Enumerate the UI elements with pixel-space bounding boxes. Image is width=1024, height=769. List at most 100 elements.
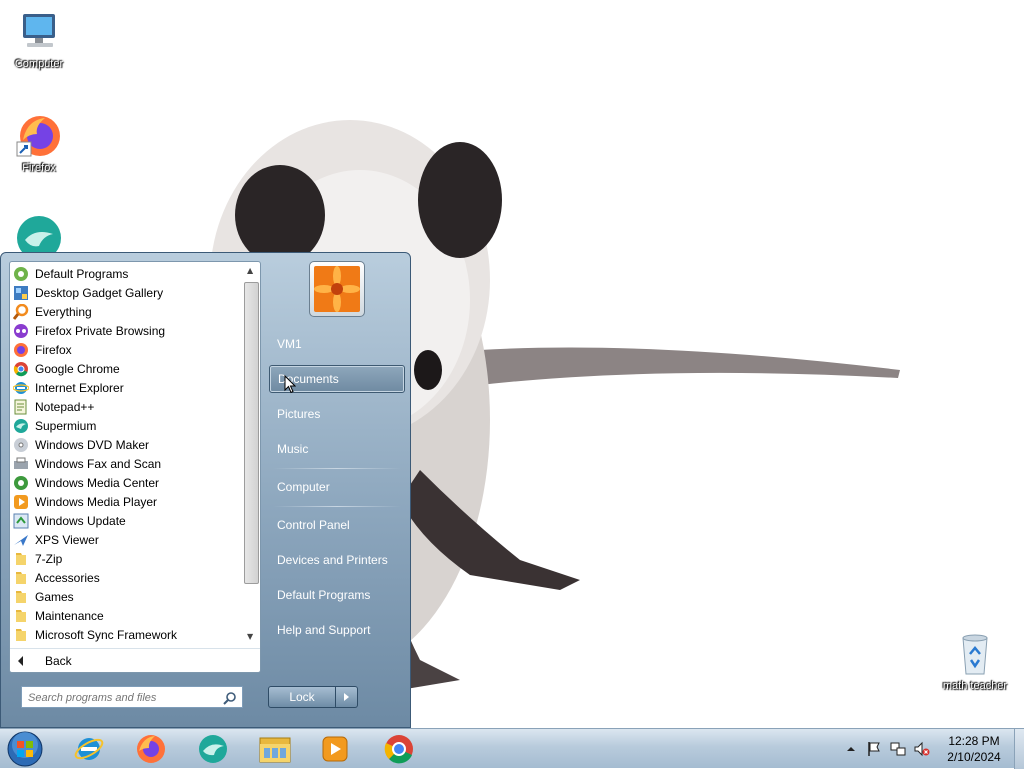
program-label: Games	[35, 589, 74, 604]
start-link-music[interactable]: Music	[269, 435, 405, 463]
user-avatar[interactable]	[309, 261, 365, 317]
chrome-icon	[13, 361, 28, 376]
scrollbar-thumb[interactable]	[244, 282, 259, 584]
clock-date: 2/10/2024	[947, 750, 1001, 764]
start-link-user[interactable]: VM1	[269, 330, 405, 358]
scroll-down-arrow-icon[interactable]: ▼	[247, 633, 255, 641]
program-folder-7zip[interactable]: 7-Zip	[10, 549, 244, 568]
gadget-icon	[14, 285, 28, 300]
start-link-default-programs[interactable]: Default Programs	[269, 581, 405, 609]
program-item-chrome[interactable]: Google Chrome	[10, 359, 244, 378]
start-button[interactable]	[6, 730, 44, 768]
program-item-firefox[interactable]: Firefox	[10, 340, 244, 359]
program-folder-maintenance[interactable]: Maintenance	[10, 606, 244, 625]
program-label: Windows Media Center	[35, 475, 160, 490]
taskbar-internet-explorer[interactable]	[64, 731, 114, 767]
program-label: Windows Update	[35, 513, 126, 528]
program-folder-sync-framework[interactable]: Microsoft Sync Framework	[10, 625, 244, 644]
start-link-computer[interactable]: Computer	[269, 473, 405, 501]
program-item-media-player[interactable]: Windows Media Player	[10, 492, 244, 511]
program-item-fax-scan[interactable]: Windows Fax and Scan	[10, 454, 244, 473]
taskbar-supermium[interactable]	[188, 731, 238, 767]
taskbar-chrome[interactable]	[374, 731, 424, 767]
program-label: Internet Explorer	[35, 380, 124, 395]
network-icon[interactable]	[890, 741, 906, 757]
dvd-maker-icon	[14, 437, 28, 452]
start-link-control-panel[interactable]: Control Panel	[269, 511, 405, 539]
folder-icon	[16, 552, 26, 565]
program-label: Windows Media Player	[35, 494, 158, 509]
start-link-help-support[interactable]: Help and Support	[269, 616, 405, 644]
internet-explorer-icon	[74, 738, 104, 760]
folder-icon	[16, 590, 26, 603]
program-label: Everything	[35, 304, 92, 319]
scroll-up-arrow-icon[interactable]: ▲	[247, 267, 255, 275]
menu-separator	[273, 468, 401, 469]
program-item-firefox-private[interactable]: Firefox Private Browsing	[10, 321, 244, 340]
recycle-bin-icon	[951, 630, 999, 678]
taskbar: 12:28 PM 2/10/2024	[0, 728, 1024, 769]
program-folder-games[interactable]: Games	[10, 587, 244, 606]
search-programs-box[interactable]	[21, 686, 243, 708]
program-item-media-center[interactable]: Windows Media Center	[10, 473, 244, 492]
program-item-notepad-plus[interactable]: Notepad++	[10, 397, 244, 416]
menu-separator	[273, 506, 401, 507]
firefox-private-icon	[14, 323, 28, 338]
back-arrow-icon	[18, 656, 23, 666]
fax-scan-icon	[14, 457, 28, 469]
windows-update-icon	[13, 513, 29, 528]
show-hidden-icons-chevron-icon[interactable]	[845, 743, 861, 759]
notepad-plus-icon	[14, 399, 27, 414]
back-button[interactable]: Back	[10, 648, 260, 673]
media-player-icon	[322, 736, 348, 762]
internet-explorer-icon	[13, 381, 29, 394]
program-item-supermium[interactable]: Supermium	[10, 416, 244, 435]
taskbar-windows-explorer[interactable]	[250, 731, 300, 767]
program-item-gadget-gallery[interactable]: Desktop Gadget Gallery	[10, 283, 244, 302]
programs-list: Default Programs Desktop Gadget Gallery …	[10, 264, 244, 644]
program-item-xps-viewer[interactable]: XPS Viewer	[10, 530, 244, 549]
desktop-icon-firefox[interactable]: Firefox	[1, 112, 77, 174]
search-icon[interactable]	[223, 691, 237, 705]
default-programs-icon	[14, 266, 28, 281]
everything-search-icon	[13, 303, 29, 320]
clock-time: 12:28 PM	[948, 734, 1000, 748]
desktop-icon-recycle-bin[interactable]: math teacher	[937, 630, 1013, 692]
media-center-icon	[14, 475, 28, 490]
folder-icon	[16, 571, 26, 584]
start-menu: Default Programs Desktop Gadget Gallery …	[0, 252, 411, 728]
program-folder-accessories[interactable]: Accessories	[10, 568, 244, 587]
program-item-windows-update[interactable]: Windows Update	[10, 511, 244, 530]
taskbar-firefox[interactable]	[126, 731, 176, 767]
media-player-icon	[14, 494, 28, 509]
action-center-flag-icon[interactable]	[866, 741, 882, 757]
program-label: Supermium	[35, 418, 97, 433]
program-label: Firefox Private Browsing	[35, 323, 166, 338]
start-link-devices-printers[interactable]: Devices and Printers	[269, 546, 405, 574]
program-label: Windows Fax and Scan	[35, 456, 162, 471]
supermium-icon	[14, 418, 28, 433]
back-label: Back	[45, 654, 72, 668]
program-item-default-programs[interactable]: Default Programs	[10, 264, 244, 283]
desktop-icon-label: math teacher	[942, 680, 1008, 692]
volume-muted-icon[interactable]	[914, 741, 930, 757]
shutdown-options-arrow[interactable]	[336, 686, 358, 708]
program-item-everything[interactable]: Everything	[10, 302, 244, 321]
system-clock[interactable]: 12:28 PM 2/10/2024	[934, 733, 1014, 765]
taskbar-media-player[interactable]	[310, 731, 360, 767]
search-input[interactable]	[26, 688, 220, 708]
programs-pane: Default Programs Desktop Gadget Gallery …	[9, 261, 261, 673]
programs-scrollbar[interactable]: ▲ ▼	[243, 264, 259, 644]
program-label: Default Programs	[35, 266, 129, 281]
program-item-dvd-maker[interactable]: Windows DVD Maker	[10, 435, 244, 454]
start-link-pictures[interactable]: Pictures	[269, 400, 405, 428]
program-label: Desktop Gadget Gallery	[35, 285, 164, 300]
firefox-icon	[14, 342, 28, 357]
desktop-icon-label: Computer	[14, 58, 64, 70]
program-item-internet-explorer[interactable]: Internet Explorer	[10, 378, 244, 397]
desktop-icon-label: Firefox	[22, 162, 56, 174]
desktop-icon-computer[interactable]: Computer	[1, 8, 77, 70]
folder-icon	[259, 737, 291, 763]
show-desktop-button[interactable]	[1014, 729, 1024, 769]
lock-button[interactable]: Lock	[268, 686, 336, 708]
